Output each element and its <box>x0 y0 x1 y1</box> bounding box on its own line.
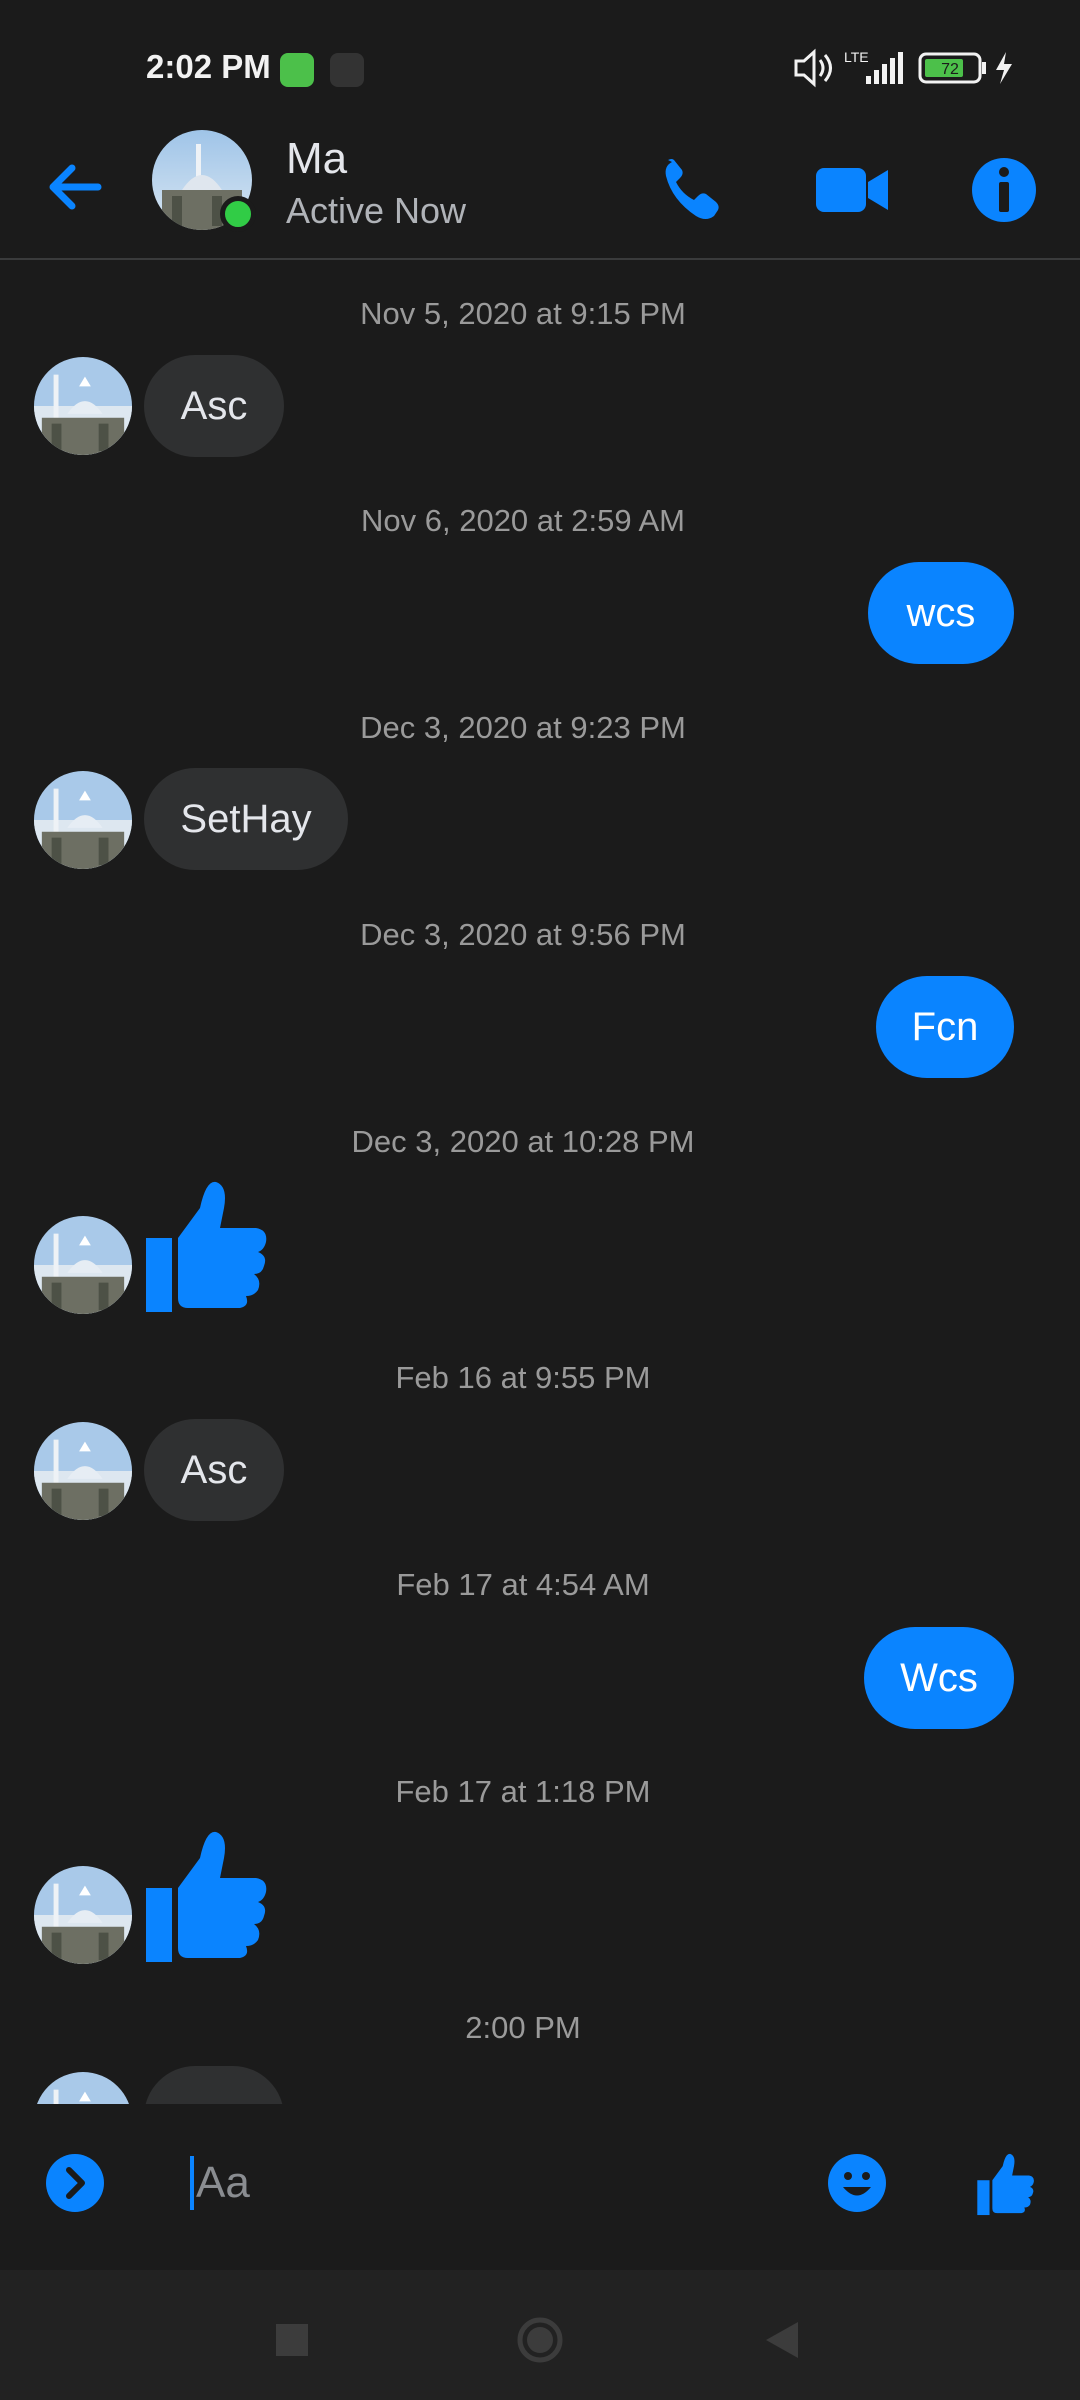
expand-chevron-icon[interactable] <box>44 2152 106 2214</box>
back-button-icon[interactable] <box>752 2310 812 2370</box>
message-composer: Aa <box>0 2104 1080 2270</box>
signal-icon <box>866 52 903 84</box>
charging-icon <box>996 52 1012 84</box>
incoming-message-bubble[interactable]: Asc <box>144 355 284 457</box>
outgoing-message-bubble[interactable]: Wcs <box>864 1627 1014 1729</box>
status-time: 2:02 PM <box>146 48 271 85</box>
status-bar: 2:02 PM LTE 72 <box>0 0 1080 130</box>
home-button-icon[interactable] <box>510 2310 570 2370</box>
incoming-message-bubble[interactable]: Asc <box>144 1419 284 1521</box>
thumbs-up-icon[interactable] <box>144 1828 270 1964</box>
incoming-message-bubble[interactable]: SetHay <box>144 768 348 870</box>
messenger-chat-screen: 2:02 PM LTE 72 Ma Active Now Nov 5, 2020… <box>0 0 1080 2400</box>
thumbs-up-icon[interactable] <box>144 1178 270 1314</box>
message-timestamp: Dec 3, 2020 at 10:28 PM <box>351 1124 695 1159</box>
notification-app-icon-2 <box>330 53 364 87</box>
system-navigation-bar <box>0 2270 1080 2400</box>
outgoing-message-bubble[interactable]: wcs <box>868 562 1014 664</box>
partial-message-row <box>0 2066 1080 2104</box>
sender-avatar[interactable] <box>34 2072 132 2104</box>
sender-avatar[interactable] <box>34 357 132 455</box>
sender-avatar[interactable] <box>34 1866 132 1964</box>
message-timestamp: Nov 6, 2020 at 2:59 AM <box>361 503 685 538</box>
contact-status: Active Now <box>286 190 467 231</box>
contact-name[interactable]: Ma <box>286 134 347 184</box>
sender-avatar[interactable] <box>34 1422 132 1520</box>
video-camera-icon[interactable] <box>812 150 892 230</box>
info-icon[interactable] <box>964 150 1044 230</box>
message-timestamp: 2:00 PM <box>465 2010 581 2045</box>
chat-header: Ma Active Now <box>0 130 1080 260</box>
recents-button-icon[interactable] <box>262 2310 322 2370</box>
back-arrow-icon[interactable] <box>40 152 110 222</box>
message-timestamp: Feb 16 at 9:55 PM <box>395 1360 651 1395</box>
sender-avatar[interactable] <box>34 1216 132 1314</box>
text-caret <box>190 2156 194 2210</box>
network-type: LTE <box>844 49 869 65</box>
message-timestamp: Feb 17 at 1:18 PM <box>395 1774 651 1809</box>
message-timestamp: Feb 17 at 4:54 AM <box>396 1567 650 1602</box>
incoming-message-bubble-partial[interactable] <box>144 2066 284 2104</box>
outgoing-message-bubble[interactable]: Fcn <box>876 976 1014 1078</box>
notification-app-icon <box>280 53 314 87</box>
status-icons: LTE 72 <box>794 48 1012 88</box>
message-timestamp: Nov 5, 2020 at 9:15 PM <box>360 296 686 331</box>
message-timestamp: Dec 3, 2020 at 9:56 PM <box>360 917 686 952</box>
message-input[interactable]: Aa <box>190 2148 790 2218</box>
thumbs-up-icon[interactable] <box>974 2152 1038 2216</box>
volume-icon <box>794 48 832 88</box>
phone-icon[interactable] <box>654 150 734 230</box>
online-indicator <box>220 196 256 232</box>
sender-avatar[interactable] <box>34 771 132 869</box>
emoji-icon[interactable] <box>826 2152 888 2214</box>
message-timestamp: Dec 3, 2020 at 9:23 PM <box>360 710 686 745</box>
message-input-placeholder: Aa <box>196 2158 250 2207</box>
battery-icon: 72 <box>918 52 986 84</box>
battery-level: 72 <box>941 61 959 78</box>
